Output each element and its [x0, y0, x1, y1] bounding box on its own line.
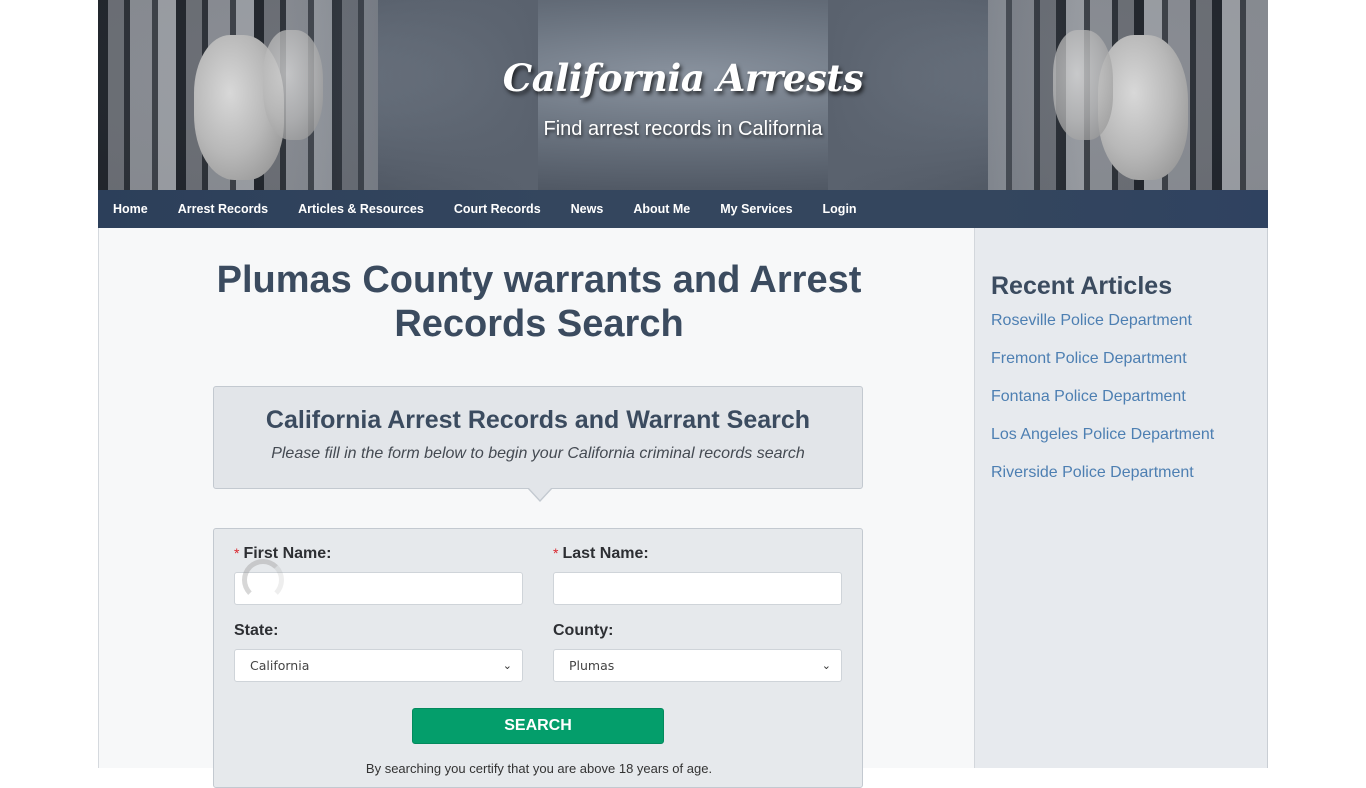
state-selected-value: California	[250, 658, 310, 673]
nav-login[interactable]: Login	[823, 202, 857, 216]
header-banner: California Arrests Find arrest records i…	[98, 0, 1268, 190]
callout-pointer	[527, 487, 553, 502]
nav-home[interactable]: Home	[113, 202, 148, 216]
page-title: Plumas County warrants and Arrest Record…	[216, 259, 862, 345]
site-title[interactable]: California Arrests	[98, 56, 1268, 100]
nav-arrest-records[interactable]: Arrest Records	[178, 202, 268, 216]
list-item: Los Angeles Police Department	[991, 426, 1214, 464]
county-field: County: Plumas ⌄	[553, 622, 842, 682]
last-name-input[interactable]	[553, 572, 842, 605]
list-item: Fremont Police Department	[991, 350, 1214, 388]
nav-news[interactable]: News	[571, 202, 604, 216]
site-tagline: Find arrest records in California	[543, 118, 823, 140]
nav-my-services[interactable]: My Services	[720, 202, 792, 216]
state-field: State: California ⌄	[234, 622, 523, 682]
chevron-down-icon: ⌄	[821, 659, 831, 672]
county-label: County:	[553, 622, 614, 639]
required-marker: *	[234, 545, 240, 561]
article-link[interactable]: Los Angeles Police Department	[991, 426, 1214, 443]
page: California Arrests Find arrest records i…	[98, 0, 1268, 788]
last-name-label-text: Last Name:	[562, 545, 649, 562]
article-link[interactable]: Fontana Police Department	[991, 388, 1186, 405]
callout-subheading: Please fill in the form below to begin y…	[271, 445, 805, 462]
first-name-input[interactable]	[234, 572, 523, 605]
required-marker: *	[553, 545, 559, 561]
callout-heading: California Arrest Records and Warrant Se…	[265, 406, 811, 434]
search-callout: California Arrest Records and Warrant Se…	[213, 386, 863, 502]
nav-about-me[interactable]: About Me	[633, 202, 690, 216]
recent-articles-heading: Recent Articles	[991, 272, 1173, 300]
age-disclaimer: By searching you certify that you are ab…	[365, 761, 713, 776]
last-name-field: * Last Name:	[553, 545, 842, 605]
recent-articles-list: Roseville Police Department Fremont Poli…	[991, 312, 1214, 502]
county-selected-value: Plumas	[569, 658, 615, 673]
first-name-label: * First Name:	[234, 545, 523, 563]
nav-court-records[interactable]: Court Records	[454, 202, 541, 216]
first-name-label-text: First Name:	[243, 545, 332, 562]
search-form: * First Name: * Last Name: State: Californ…	[213, 528, 863, 788]
state-label: State:	[234, 622, 279, 639]
first-name-field: * First Name:	[234, 545, 523, 605]
state-select[interactable]: California ⌄	[234, 649, 523, 682]
main-nav: Home Arrest Records Articles & Resources…	[98, 190, 1268, 228]
list-item: Fontana Police Department	[991, 388, 1214, 426]
county-select[interactable]: Plumas ⌄	[553, 649, 842, 682]
nav-articles-resources[interactable]: Articles & Resources	[298, 202, 424, 216]
main-content: Plumas County warrants and Arrest Record…	[98, 228, 974, 788]
article-link[interactable]: Riverside Police Department	[991, 464, 1194, 481]
list-item: Roseville Police Department	[991, 312, 1214, 350]
article-link[interactable]: Fremont Police Department	[991, 350, 1187, 367]
chevron-down-icon: ⌄	[502, 659, 512, 672]
article-link[interactable]: Roseville Police Department	[991, 312, 1192, 329]
list-item: Riverside Police Department	[991, 464, 1214, 502]
last-name-label: * Last Name:	[553, 545, 842, 563]
search-button[interactable]: SEARCH	[412, 708, 664, 744]
sidebar: Recent Articles Roseville Police Departm…	[974, 228, 1268, 768]
